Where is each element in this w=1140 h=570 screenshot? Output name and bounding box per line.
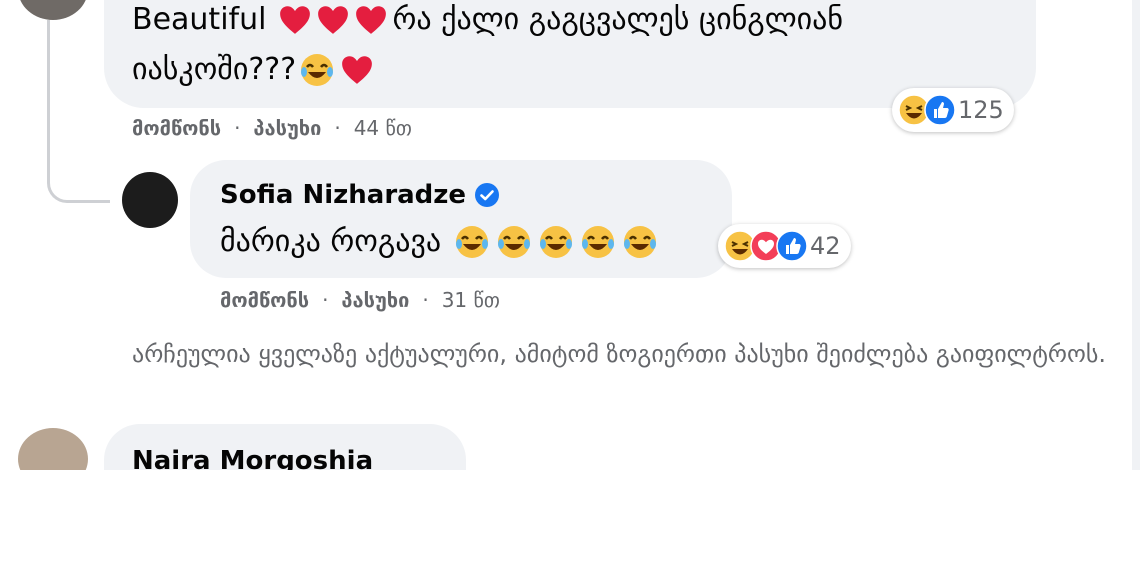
- reply-author[interactable]: Sofia Nizharadze: [220, 180, 500, 210]
- reaction-summary[interactable]: 125: [892, 88, 1014, 132]
- red-heart-emoji-icon: [340, 53, 374, 87]
- scroll-edge: [1132, 0, 1140, 470]
- reaction-summary[interactable]: 42: [718, 224, 851, 268]
- red-heart-emoji-icon: [278, 3, 312, 37]
- reaction-count: 42: [810, 232, 841, 260]
- like-icon: [776, 230, 808, 262]
- author-name[interactable]: Sofia Nizharadze: [220, 180, 466, 210]
- comment-text-word: Beautiful: [132, 2, 267, 37]
- separator-dot: ·: [422, 288, 429, 312]
- filtered-replies-notice: არჩეულია ყველაზე აქტუალური, ამიტომ ზოგიე…: [132, 340, 1107, 368]
- like-link[interactable]: მომწონს: [132, 116, 221, 140]
- red-heart-emoji-icon: [354, 3, 388, 37]
- red-heart-emoji-icon: [316, 3, 350, 37]
- laughing-tears-emoji-icon: [538, 224, 574, 260]
- blank-area: [0, 470, 1140, 570]
- separator-dot: ·: [334, 116, 341, 140]
- reply-timestamp[interactable]: 31 წთ: [442, 288, 500, 312]
- like-icon: [924, 94, 956, 126]
- reply-link[interactable]: პასუხი: [341, 288, 409, 312]
- comment-text-word: რა ქალი გაგცვალეს ცინგლიან: [392, 2, 844, 37]
- separator-dot: ·: [234, 116, 241, 140]
- reply-text: მარიკა როგავა: [220, 222, 661, 262]
- comment-timestamp[interactable]: 44 წთ: [354, 116, 412, 140]
- comment-text-word: იასკოში???: [132, 52, 297, 87]
- comment-text-line: იასკოში???: [132, 52, 376, 88]
- laughing-tears-emoji-icon: [454, 224, 490, 260]
- reply-link[interactable]: პასუხი: [253, 116, 321, 140]
- laughing-tears-emoji-icon: [299, 52, 335, 88]
- comment-actions: მომწონს · პასუხი · 44 წთ: [132, 116, 412, 140]
- commenter-avatar[interactable]: [18, 428, 88, 470]
- reaction-count: 125: [958, 96, 1004, 124]
- like-link[interactable]: მომწონს: [220, 288, 309, 312]
- verified-badge-icon: [474, 182, 500, 208]
- separator-dot: ·: [322, 288, 329, 312]
- commenter-avatar[interactable]: [18, 0, 88, 20]
- comment-author[interactable]: Naira Morgoshia: [132, 446, 373, 470]
- reply-thread-connector: [47, 20, 110, 203]
- replier-avatar[interactable]: [122, 172, 178, 228]
- laughing-tears-emoji-icon: [496, 224, 532, 260]
- comment-text-line: Beautiful რა ქალი გაგცვალეს ცინგლიან: [132, 2, 843, 38]
- laughing-tears-emoji-icon: [622, 224, 658, 260]
- reply-text-content: მარიკა როგავა: [220, 224, 442, 259]
- laughing-tears-emoji-icon: [580, 224, 616, 260]
- comments-feed: Beautiful რა ქალი გაგცვალეს ცინგლიან იას…: [0, 0, 1140, 470]
- reply-actions: მომწონს · პასუხი · 31 წთ: [220, 288, 500, 312]
